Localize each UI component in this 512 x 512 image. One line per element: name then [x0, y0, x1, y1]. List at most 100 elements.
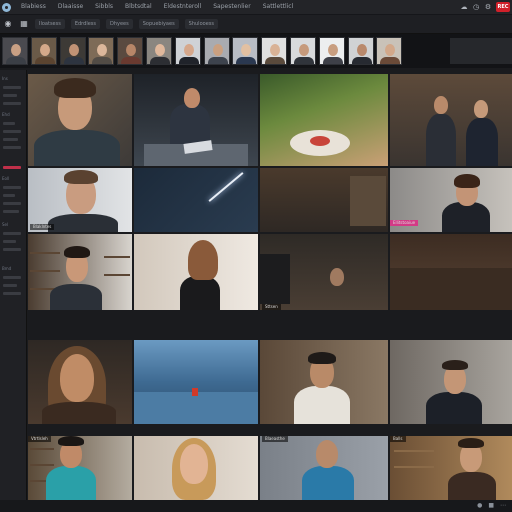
sidebar-item[interactable] — [3, 292, 21, 295]
thumbnail-body — [63, 57, 84, 64]
video-tile[interactable]: Blaklntes — [28, 168, 132, 232]
thumbnail-face — [327, 44, 338, 56]
participant-hair — [188, 240, 218, 280]
clock-icon[interactable]: ◷ — [472, 3, 480, 11]
sidebar-item[interactable] — [3, 138, 18, 141]
toolbar-tab-2[interactable]: Edrdless — [70, 19, 100, 29]
video-tile[interactable] — [134, 234, 258, 310]
toolbar-tab-3[interactable]: Dhyees — [106, 19, 133, 29]
participant-body — [50, 284, 102, 310]
video-tile[interactable] — [134, 74, 258, 166]
sidebar-item[interactable] — [3, 186, 21, 189]
top-menu-bar: Blabiess Dlaaisse Sibbls Blbtsdtal Eldes… — [0, 0, 512, 15]
video-tile[interactable] — [260, 340, 388, 424]
menu-item-5[interactable]: Eldestnteroll — [158, 0, 208, 14]
camera-toggle-icon[interactable]: ■ — [488, 500, 494, 512]
participant-thumbnail[interactable] — [88, 37, 115, 65]
video-tile[interactable] — [390, 74, 512, 166]
participant-hair — [442, 360, 468, 370]
menu-item-1[interactable]: Blabiess — [15, 0, 52, 14]
participant-hair — [58, 436, 84, 446]
menu-item-7[interactable]: Sattlettlicl — [257, 0, 300, 14]
video-tile[interactable] — [390, 234, 512, 310]
video-tile[interactable] — [134, 436, 258, 500]
participant-thumbnail[interactable] — [347, 37, 374, 65]
sidebar-item[interactable] — [3, 248, 21, 251]
sidebar-item[interactable] — [3, 240, 16, 243]
participant-thumbnail[interactable] — [2, 37, 28, 65]
grid-icon[interactable]: ▦ — [19, 19, 29, 29]
video-tile[interactable] — [28, 74, 132, 166]
person-silhouette — [260, 254, 290, 304]
app-logo-icon[interactable] — [2, 2, 11, 12]
participant-thumbnail[interactable] — [289, 37, 316, 65]
video-tile[interactable]: Ellitstoaiue — [390, 168, 512, 232]
sidebar-item[interactable] — [3, 122, 15, 125]
video-tile[interactable]: Sttsen — [260, 234, 388, 310]
video-tile[interactable] — [28, 234, 132, 310]
more-icon[interactable]: ⋯ — [500, 500, 506, 512]
sidebar-item[interactable] — [3, 232, 21, 235]
sidebar-item-active[interactable] — [3, 166, 21, 169]
filmstrip-overflow-panel[interactable] — [450, 38, 512, 64]
sidebar-item[interactable] — [3, 210, 19, 213]
participant-thumbnail[interactable] — [117, 37, 144, 65]
sidebar-item[interactable] — [3, 102, 21, 105]
video-tile[interactable] — [390, 340, 512, 424]
toolbar-tab-1[interactable]: Iloatsess — [35, 19, 65, 29]
sidebar-label-1: Ins — [2, 76, 8, 81]
settings-icon[interactable]: ⚙ — [484, 3, 492, 11]
thumbnail-face — [68, 44, 79, 56]
thumbnail-face — [356, 44, 367, 56]
participant-thumbnail[interactable] — [59, 37, 86, 65]
participant-face — [60, 354, 94, 402]
sidebar-item[interactable] — [3, 194, 15, 197]
menu-item-2[interactable]: Dlaaisse — [52, 0, 89, 14]
sidebar-item[interactable] — [3, 284, 17, 287]
mic-icon[interactable]: ● — [477, 500, 482, 512]
menu-item-4[interactable]: Blbtsdtal — [119, 0, 158, 14]
video-tile[interactable] — [134, 168, 258, 232]
thumbnail-body — [149, 57, 170, 64]
toolbar-tab-4[interactable]: Sopuebiyaes — [138, 19, 179, 29]
participant-thumbnail[interactable] — [318, 37, 345, 65]
sidebar-label-3: Eoll — [2, 176, 10, 181]
thumbnail-body — [34, 57, 55, 64]
video-tile[interactable]: Vtrtlsleh — [28, 436, 132, 500]
sidebar-item[interactable] — [3, 130, 21, 133]
record-button[interactable]: REC — [496, 2, 510, 12]
sidebar-item[interactable] — [3, 146, 21, 149]
participant-body — [170, 104, 210, 144]
status-bar: ● ■ ⋯ — [0, 500, 512, 512]
sidebar-item[interactable] — [3, 86, 21, 89]
video-tile[interactable] — [260, 168, 388, 232]
bookshelf — [104, 256, 130, 258]
video-tile[interactable] — [134, 340, 258, 424]
participant-thumbnail[interactable] — [261, 37, 288, 65]
participant-thumbnail[interactable] — [174, 37, 201, 65]
participant-thumbnail[interactable] — [145, 37, 172, 65]
sidebar-item[interactable] — [3, 94, 17, 97]
menu-item-6[interactable]: Sapestenlier — [207, 0, 256, 14]
thumbnail-body — [6, 57, 26, 64]
crowd — [390, 268, 512, 310]
menu-item-3[interactable]: Sibbls — [89, 0, 119, 14]
sidebar-item[interactable] — [3, 276, 21, 279]
toolbar-tab-5[interactable]: Shulooess — [184, 19, 218, 29]
thumbnail-face — [298, 44, 309, 56]
participant-thumbnail[interactable] — [203, 37, 230, 65]
participant-thumbnail[interactable] — [30, 37, 57, 65]
video-tile[interactable] — [260, 74, 388, 166]
cloud-icon[interactable]: ☁ — [460, 3, 468, 11]
participant-thumbnail[interactable] — [232, 37, 259, 65]
video-tile[interactable]: Blaeasthe — [260, 436, 388, 500]
camera-icon[interactable]: ◉ — [3, 19, 13, 29]
participant-thumbnail[interactable] — [376, 37, 403, 65]
thumbnail-face — [183, 44, 194, 56]
participant-face — [434, 96, 448, 114]
sidebar-item[interactable] — [3, 202, 21, 205]
sidebar-label-4: Sel — [2, 222, 9, 227]
video-tile[interactable]: Balls — [390, 436, 512, 500]
video-tile[interactable] — [28, 340, 132, 424]
video-grid: Blaklntes Ellitstoaiue Sttsen Vtrtlsleh … — [28, 74, 512, 500]
